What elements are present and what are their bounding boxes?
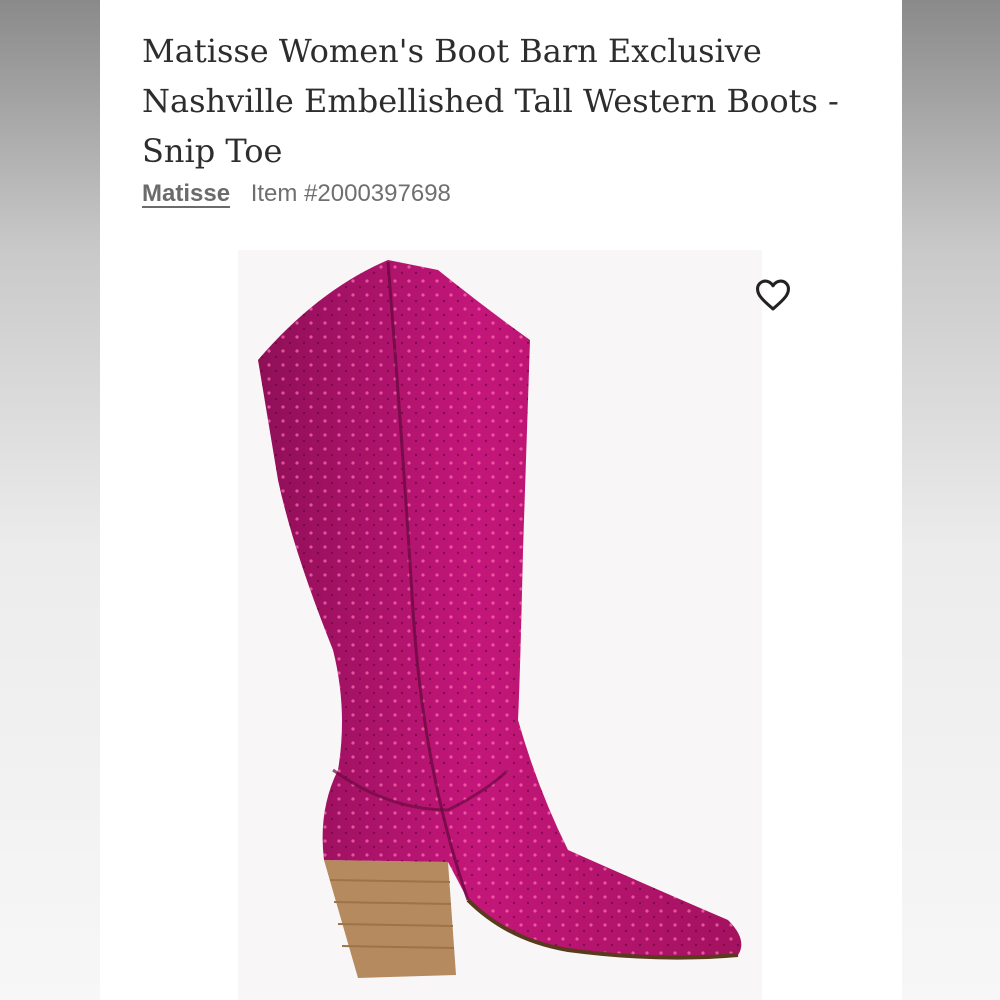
heart-outline-icon[interactable] xyxy=(754,278,792,312)
boot-illustration xyxy=(258,260,742,978)
brand-link[interactable]: Matisse xyxy=(142,180,230,207)
product-page: Matisse Women's Boot Barn Exclusive Nash… xyxy=(100,0,902,1000)
product-image xyxy=(238,250,762,1000)
item-number: Item #2000397698 xyxy=(250,180,451,207)
left-background xyxy=(0,0,100,1000)
product-meta: Matisse Item #2000397698 xyxy=(142,180,451,208)
product-title: Matisse Women's Boot Barn Exclusive Nash… xyxy=(142,32,839,170)
wishlist-button[interactable] xyxy=(748,270,798,320)
boot-heel xyxy=(324,860,456,978)
right-background xyxy=(902,0,1000,1000)
